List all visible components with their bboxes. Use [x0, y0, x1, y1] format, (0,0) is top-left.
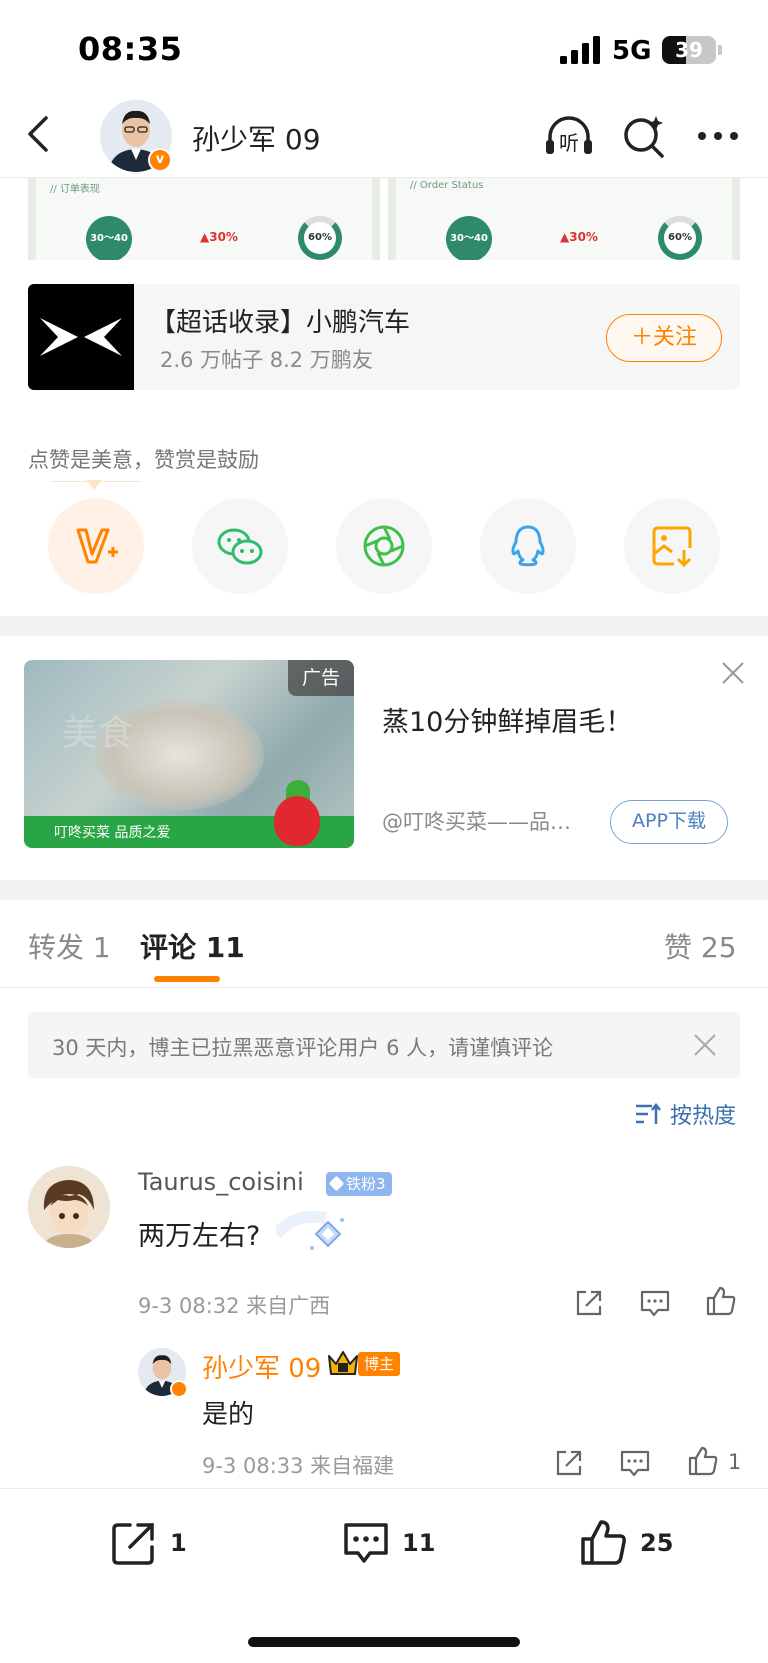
reward-v-plus-icon: [76, 528, 118, 564]
thumbs-up-icon: [706, 1286, 736, 1316]
save-image-icon: [652, 526, 692, 568]
comment-meta: 9-3 08:32 来自广西: [138, 1294, 331, 1318]
follow-button[interactable]: ＋关注: [606, 314, 722, 362]
status-time: 08:35: [78, 30, 183, 68]
comment-notice: 30 天内，博主已拉黑恶意评论用户 6 人，请谨慎评论: [28, 1012, 740, 1078]
comment-username[interactable]: Taurus_coisini: [138, 1168, 304, 1196]
comment-tabs: 转发 1 评论 11 赞 25: [0, 900, 768, 988]
verified-badge-icon: [170, 1380, 188, 1398]
qq-icon: [511, 525, 545, 567]
image-percent: ▲30%: [560, 230, 598, 244]
back-arrow-icon[interactable]: [18, 112, 62, 156]
share-qq-button[interactable]: [480, 498, 576, 594]
status-bar: 08:35 5G 39: [0, 0, 768, 100]
thumbs-up-icon: [688, 1446, 718, 1476]
svg-text:听: 听: [559, 131, 579, 155]
section-divider: [0, 616, 768, 636]
top-nav: v 孙少军 09 听: [0, 96, 768, 178]
post-image[interactable]: // Order Status 30～40 ▲30% 60%: [388, 178, 740, 260]
comment-decoration-icon: [276, 1210, 344, 1250]
active-tab-indicator: [154, 976, 220, 982]
pointer-arrow-icon: [86, 480, 102, 490]
repost-count: 1: [170, 1529, 187, 1557]
image-caption: // Order Status: [410, 180, 484, 191]
xpeng-logo-icon: [28, 284, 134, 390]
sort-icon: [636, 1102, 661, 1124]
app-download-button[interactable]: APP下载: [610, 800, 728, 844]
like-button[interactable]: [704, 1284, 738, 1318]
forward-icon: [576, 1290, 602, 1316]
cellular-signal-icon: [560, 36, 600, 64]
comment-icon: [640, 1290, 670, 1317]
avatar[interactable]: [28, 1166, 110, 1248]
save-image-button[interactable]: [624, 498, 720, 594]
share-icon: [112, 1523, 154, 1565]
topic-title: 【超话收录】小鹏汽车: [150, 308, 411, 338]
comment-text: 两万左右?: [138, 1221, 261, 1252]
fan-badge-label: 铁粉3: [346, 1175, 386, 1193]
image-badge: 30～40: [446, 216, 492, 260]
like-count: 25: [640, 1529, 674, 1557]
close-icon[interactable]: [692, 1032, 718, 1058]
ad-watermark: 美食: [62, 713, 135, 754]
reward-button[interactable]: [48, 498, 144, 594]
home-indicator: [248, 1637, 520, 1647]
post-image[interactable]: // 订单表现 30～40 ▲30% 60%: [28, 178, 380, 260]
ad-image[interactable]: 美食 叮咚买菜 品质之爱 广告: [24, 660, 354, 848]
reply-like-count: 1: [728, 1450, 742, 1474]
sort-label: 按热度: [670, 1104, 737, 1129]
tab-repost[interactable]: 转发 1: [28, 926, 111, 966]
topic-stats: 2.6 万帖子 8.2 万鹏友: [160, 348, 373, 372]
ad-source[interactable]: @叮咚买菜——品…: [382, 806, 592, 836]
mascot-body-icon: [274, 796, 320, 846]
page-title[interactable]: 孙少军 09: [192, 118, 321, 158]
share-wechat-button[interactable]: [192, 498, 288, 594]
image-caption: // 订单表现: [50, 184, 100, 195]
image-ring: 60%: [658, 216, 702, 260]
post-images: // 订单表现 30～40 ▲30% 60% // Order Status 3…: [28, 178, 740, 260]
diamond-icon: [328, 1175, 345, 1192]
author-badge: 博主: [358, 1352, 400, 1376]
verified-badge-icon: v: [148, 148, 172, 172]
reply-username[interactable]: 孙少军 09: [202, 1348, 321, 1385]
comment-icon: [620, 1450, 650, 1477]
ad-title[interactable]: 蒸10分钟鲜掉眉毛！: [382, 700, 632, 739]
image-ring: 60%: [298, 216, 342, 260]
listen-headphones-icon[interactable]: 听: [542, 110, 596, 164]
like-button[interactable]: [686, 1444, 720, 1478]
crown-icon: [328, 1351, 358, 1375]
tab-likes[interactable]: 赞 25: [664, 926, 737, 966]
comment-count: 11: [402, 1529, 436, 1557]
bottom-action-bar: 1 11 25: [0, 1488, 768, 1663]
close-icon[interactable]: [720, 660, 746, 686]
reply-meta: 9-3 08:33 来自福建: [202, 1454, 395, 1478]
fan-level-badge: 铁粉3: [326, 1172, 392, 1196]
image-badge: 30～40: [86, 216, 132, 260]
more-icon[interactable]: [696, 126, 740, 146]
reply-text: 是的: [202, 1400, 255, 1430]
super-topic-card[interactable]: 【超话收录】小鹏汽车 2.6 万帖子 8.2 万鹏友 ＋关注: [28, 284, 740, 390]
ai-search-icon[interactable]: [620, 112, 668, 160]
comment-icon: [344, 1523, 388, 1563]
notice-text: 30 天内，博主已拉黑恶意评论用户 6 人，请谨慎评论: [52, 1036, 554, 1060]
battery-level: 39: [675, 38, 703, 62]
praise-hint: 点赞是美意，赞赏是鼓励: [28, 448, 259, 472]
wechat-icon: [217, 528, 263, 565]
reply-button[interactable]: [618, 1446, 652, 1480]
reply-button[interactable]: [638, 1286, 672, 1320]
battery-icon: 39: [662, 36, 716, 64]
forward-icon: [556, 1450, 582, 1476]
share-row: [0, 498, 768, 594]
ad-tag: 广告: [288, 660, 354, 696]
moments-icon: [363, 525, 405, 567]
thumbs-up-icon: [581, 1520, 626, 1565]
ad-banner-text: 叮咚买菜 品质之爱: [54, 825, 171, 841]
forward-button[interactable]: [572, 1286, 606, 1320]
image-percent: ▲30%: [200, 230, 238, 244]
section-divider: [0, 880, 768, 900]
tab-comments[interactable]: 评论 11: [140, 926, 245, 966]
network-type: 5G: [612, 36, 652, 66]
forward-button[interactable]: [552, 1446, 586, 1480]
share-moments-button[interactable]: [336, 498, 432, 594]
